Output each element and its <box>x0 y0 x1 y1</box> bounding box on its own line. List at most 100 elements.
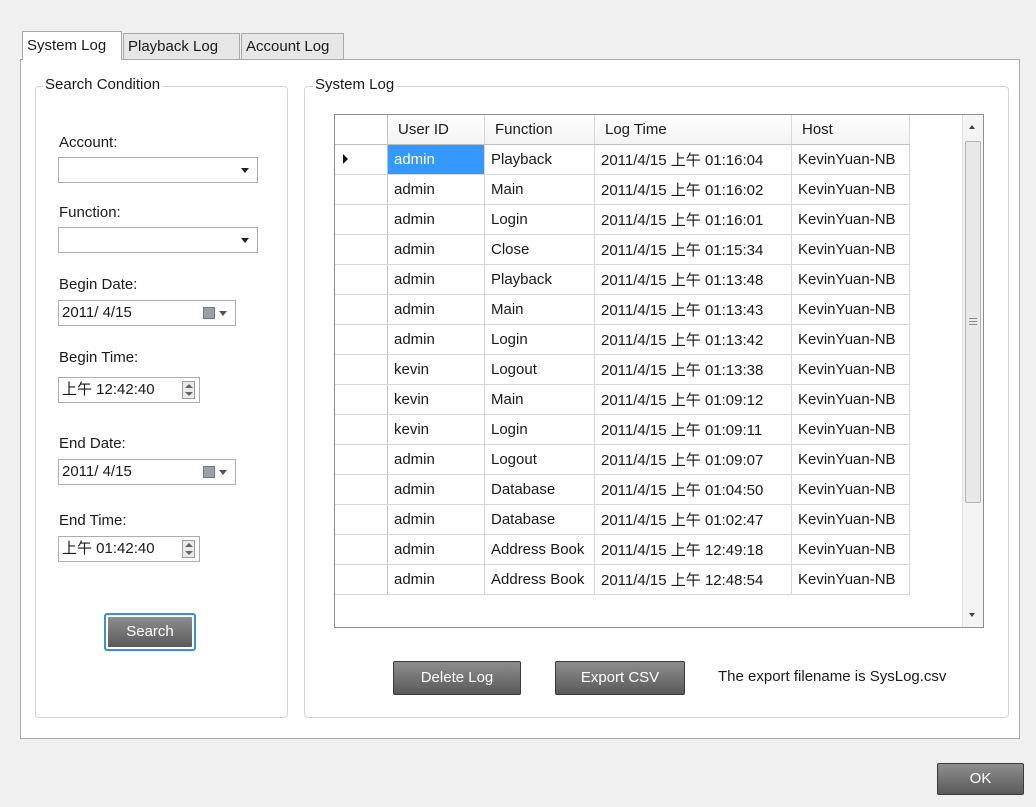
cell-log-time[interactable]: 2011/4/15 上午 01:13:43 <box>594 294 792 325</box>
cell-host[interactable]: KevinYuan-NB <box>791 474 910 505</box>
table-row[interactable]: admin Close 2011/4/15 上午 01:15:34 KevinYuan… <box>335 234 910 265</box>
cell-host[interactable]: KevinYuan-NB <box>791 234 910 265</box>
cell-function[interactable]: Database <box>484 474 595 505</box>
scroll-thumb[interactable] <box>965 141 981 503</box>
row-header[interactable] <box>335 534 388 565</box>
cell-host[interactable]: KevinYuan-NB <box>791 354 910 385</box>
cell-function[interactable]: Main <box>484 384 595 415</box>
cell-user-id[interactable]: admin <box>387 534 485 565</box>
row-header[interactable] <box>335 564 388 595</box>
cell-function[interactable]: Address Book <box>484 534 595 565</box>
row-header[interactable] <box>335 234 388 265</box>
delete-log-button[interactable]: Delete Log <box>393 661 521 695</box>
cell-host[interactable]: KevinYuan-NB <box>791 384 910 415</box>
cell-log-time[interactable]: 2011/4/15 上午 01:09:07 <box>594 444 792 475</box>
table-row[interactable]: admin Logout 2011/4/15 上午 01:09:07 KevinYua… <box>335 444 910 475</box>
begin-time-picker[interactable]: 上午 12:42:40 <box>58 377 200 403</box>
cell-log-time[interactable]: 2011/4/15 上午 01:16:01 <box>594 204 792 235</box>
table-row[interactable]: admin Playback 2011/4/15 上午 01:13:48 KevinY… <box>335 264 910 295</box>
row-header[interactable] <box>335 444 388 475</box>
cell-function[interactable]: Playback <box>484 264 595 295</box>
cell-user-id[interactable]: admin <box>387 504 485 535</box>
cell-log-time[interactable]: 2011/4/15 上午 01:13:38 <box>594 354 792 385</box>
table-row[interactable]: admin Playback 2011/4/15 上午 01:16:04 KevinY… <box>335 144 910 175</box>
row-header[interactable] <box>335 354 388 385</box>
ok-button[interactable]: OK <box>937 763 1024 795</box>
cell-user-id[interactable]: admin <box>387 204 485 235</box>
cell-user-id[interactable]: kevin <box>387 414 485 445</box>
cell-host[interactable]: KevinYuan-NB <box>791 174 910 205</box>
cell-user-id[interactable]: admin <box>387 174 485 205</box>
chevron-down-icon[interactable] <box>241 238 249 243</box>
tab-system-log[interactable]: System Log <box>22 31 122 60</box>
table-row[interactable]: admin Database 2011/4/15 上午 01:04:50 KevinY… <box>335 474 910 505</box>
cell-function[interactable]: Login <box>484 324 595 355</box>
cell-user-id[interactable]: admin <box>387 234 485 265</box>
scroll-down-icon[interactable] <box>969 613 975 617</box>
cell-function[interactable]: Logout <box>484 444 595 475</box>
row-header[interactable] <box>335 474 388 505</box>
cell-function[interactable]: Logout <box>484 354 595 385</box>
table-row[interactable]: admin Address Book 2011/4/15 上午 12:49:18 Ke… <box>335 534 910 565</box>
column-header-log-time[interactable]: Log Time <box>594 115 792 145</box>
table-row[interactable]: admin Login 2011/4/15 上午 01:13:42 KevinYuan… <box>335 324 910 355</box>
column-header-user-id[interactable]: User ID <box>387 115 485 145</box>
row-header[interactable] <box>335 144 388 175</box>
chevron-down-icon[interactable] <box>219 470 227 475</box>
cell-log-time[interactable]: 2011/4/15 上午 12:48:54 <box>594 564 792 595</box>
table-row[interactable]: kevin Logout 2011/4/15 上午 01:13:38 KevinYua… <box>335 354 910 385</box>
cell-user-id[interactable]: admin <box>387 144 485 175</box>
cell-function[interactable]: Database <box>484 504 595 535</box>
cell-function[interactable]: Login <box>484 204 595 235</box>
row-header[interactable] <box>335 384 388 415</box>
cell-log-time[interactable]: 2011/4/15 上午 01:09:12 <box>594 384 792 415</box>
table-row[interactable]: admin Address Book 2011/4/15 上午 12:48:54 Ke… <box>335 564 910 595</box>
table-row[interactable]: admin Login 2011/4/15 上午 01:16:01 KevinYuan… <box>335 204 910 235</box>
cell-host[interactable]: KevinYuan-NB <box>791 144 910 175</box>
row-header[interactable] <box>335 414 388 445</box>
cell-log-time[interactable]: 2011/4/15 上午 01:15:34 <box>594 234 792 265</box>
cell-host[interactable]: KevinYuan-NB <box>791 444 910 475</box>
table-row[interactable]: kevin Login 2011/4/15 上午 01:09:11 KevinYuan… <box>335 414 910 445</box>
cell-host[interactable]: KevinYuan-NB <box>791 564 910 595</box>
row-header[interactable] <box>335 324 388 355</box>
table-row[interactable]: kevin Main 2011/4/15 上午 01:09:12 KevinYuan-… <box>335 384 910 415</box>
column-header-function[interactable]: Function <box>484 115 595 145</box>
cell-user-id[interactable]: admin <box>387 264 485 295</box>
cell-user-id[interactable]: kevin <box>387 384 485 415</box>
cell-host[interactable]: KevinYuan-NB <box>791 414 910 445</box>
spinner-icon[interactable] <box>182 540 195 558</box>
cell-host[interactable]: KevinYuan-NB <box>791 534 910 565</box>
cell-user-id[interactable]: admin <box>387 474 485 505</box>
cell-function[interactable]: Main <box>484 294 595 325</box>
cell-log-time[interactable]: 2011/4/15 上午 12:49:18 <box>594 534 792 565</box>
cell-log-time[interactable]: 2011/4/15 上午 01:04:50 <box>594 474 792 505</box>
calendar-icon[interactable] <box>203 466 215 478</box>
cell-user-id[interactable]: kevin <box>387 354 485 385</box>
cell-log-time[interactable]: 2011/4/15 上午 01:09:11 <box>594 414 792 445</box>
export-csv-button[interactable]: Export CSV <box>555 661 685 695</box>
end-date-picker[interactable]: 2011/ 4/15 <box>58 459 236 485</box>
end-time-picker[interactable]: 上午 01:42:40 <box>58 536 200 562</box>
row-header[interactable] <box>335 294 388 325</box>
row-header[interactable] <box>335 264 388 295</box>
calendar-icon[interactable] <box>203 307 215 319</box>
table-row[interactable]: admin Main 2011/4/15 上午 01:16:02 KevinYuan-… <box>335 174 910 205</box>
tab-playback-log[interactable]: Playback Log <box>123 33 240 59</box>
cell-log-time[interactable]: 2011/4/15 上午 01:16:02 <box>594 174 792 205</box>
begin-date-picker[interactable]: 2011/ 4/15 <box>58 300 236 326</box>
cell-log-time[interactable]: 2011/4/15 上午 01:02:47 <box>594 504 792 535</box>
cell-host[interactable]: KevinYuan-NB <box>791 504 910 535</box>
chevron-down-icon[interactable] <box>219 311 227 316</box>
cell-user-id[interactable]: admin <box>387 564 485 595</box>
cell-host[interactable]: KevinYuan-NB <box>791 264 910 295</box>
cell-host[interactable]: KevinYuan-NB <box>791 294 910 325</box>
spinner-icon[interactable] <box>182 381 195 399</box>
cell-host[interactable]: KevinYuan-NB <box>791 324 910 355</box>
table-row[interactable]: admin Database 2011/4/15 上午 01:02:47 KevinY… <box>335 504 910 535</box>
cell-function[interactable]: Playback <box>484 144 595 175</box>
column-header-host[interactable]: Host <box>791 115 910 145</box>
row-header[interactable] <box>335 204 388 235</box>
cell-function[interactable]: Address Book <box>484 564 595 595</box>
cell-host[interactable]: KevinYuan-NB <box>791 204 910 235</box>
